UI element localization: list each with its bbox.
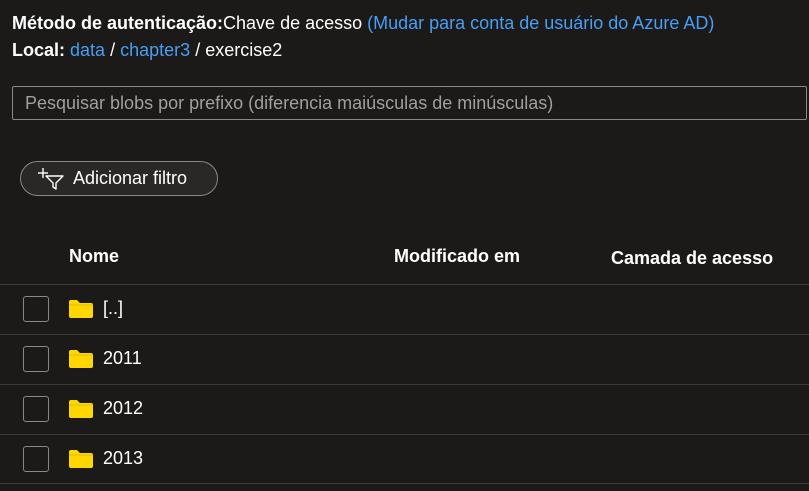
blob-browser-page: Método de autenticação:Chave de acesso (… bbox=[0, 0, 809, 491]
auth-method-value: Chave de acesso bbox=[223, 13, 363, 33]
add-filter-label: Adicionar filtro bbox=[73, 168, 188, 188]
row-checkbox[interactable] bbox=[23, 296, 49, 322]
switch-auth-link[interactable]: (Mudar para conta de usuário do Azure AD… bbox=[367, 13, 714, 33]
breadcrumb-current: exercise2 bbox=[205, 40, 283, 60]
table-row[interactable]: 2011 bbox=[0, 334, 809, 384]
add-filter-icon bbox=[38, 167, 64, 190]
row-checkbox[interactable] bbox=[23, 446, 49, 472]
row-name[interactable]: 2011 bbox=[103, 348, 142, 369]
row-checkbox[interactable] bbox=[23, 396, 49, 422]
row-name[interactable]: [..] bbox=[103, 298, 123, 319]
folder-icon bbox=[69, 300, 93, 318]
breadcrumb-chapter3-link[interactable]: chapter3 bbox=[120, 40, 190, 60]
add-filter-button[interactable]: Adicionar filtro bbox=[20, 161, 218, 196]
column-header-modified[interactable]: Modificado em bbox=[394, 246, 520, 267]
blob-search-input[interactable] bbox=[12, 86, 807, 120]
table-row[interactable]: 2012 bbox=[0, 384, 809, 434]
column-header-access-tier[interactable]: Camada de acesso bbox=[611, 248, 773, 269]
table-row[interactable]: [..] bbox=[0, 284, 809, 334]
row-name[interactable]: 2013 bbox=[103, 448, 143, 469]
auth-method-label: Método de autenticação: bbox=[12, 13, 224, 33]
auth-method-line: Método de autenticação:Chave de acesso (… bbox=[12, 12, 714, 34]
table-row[interactable]: 2013 bbox=[0, 434, 809, 484]
folder-icon bbox=[69, 350, 93, 368]
breadcrumb-separator: / bbox=[110, 40, 116, 60]
row-checkbox[interactable] bbox=[23, 346, 49, 372]
breadcrumb-separator: / bbox=[195, 40, 201, 60]
row-name[interactable]: 2012 bbox=[103, 398, 143, 419]
breadcrumb-data-link[interactable]: data bbox=[70, 40, 105, 60]
column-header-name[interactable]: Nome bbox=[69, 246, 119, 267]
location-line: Local: data / chapter3 / exercise2 bbox=[12, 39, 282, 61]
location-label: Local: bbox=[12, 40, 66, 60]
folder-icon bbox=[69, 450, 93, 468]
folder-icon bbox=[69, 400, 93, 418]
